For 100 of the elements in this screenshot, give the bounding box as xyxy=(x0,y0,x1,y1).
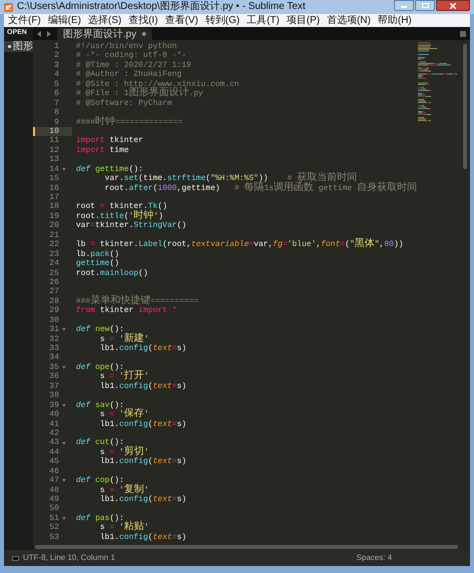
line-number: 37 xyxy=(48,382,59,392)
line-number: 19 xyxy=(48,212,59,222)
line-number: 3 xyxy=(53,60,59,70)
code-line: lb1.config(text=s) xyxy=(99,532,186,542)
line-number: 20 xyxy=(48,221,59,231)
menu-item[interactable]: 查看(V) xyxy=(164,16,198,26)
line-number: 53 xyxy=(48,532,59,542)
line-number: 12 xyxy=(48,146,59,156)
fold-arrow-icon[interactable] xyxy=(62,328,66,332)
line-number: 43 xyxy=(48,438,59,448)
fold-arrow-icon[interactable] xyxy=(62,442,66,445)
line-number: 41 xyxy=(48,420,59,429)
app-icon xyxy=(4,2,13,12)
menu-item[interactable]: 编辑(E) xyxy=(48,16,82,26)
line-number: 9 xyxy=(53,118,59,127)
code-line: # @Software: PyCharm xyxy=(76,98,172,108)
line-number: 28 xyxy=(48,296,59,306)
line-number: 29 xyxy=(48,306,59,316)
line-number: 21 xyxy=(48,230,59,240)
line-number: 44 xyxy=(48,448,59,458)
code-line: def pas(): xyxy=(76,514,124,523)
sidebar-file-item[interactable]: 图形 xyxy=(4,41,33,52)
menu-item[interactable]: 工具(T) xyxy=(246,16,280,26)
menu-item[interactable]: 查找(I) xyxy=(128,16,158,26)
code-line: ####时钟============== xyxy=(76,118,182,127)
vertical-scrollbar[interactable] xyxy=(463,44,467,169)
line-number: 10 xyxy=(48,126,59,136)
code-line: lb1.config(text=s) xyxy=(99,495,186,504)
code-line: ###菜单和快捷键========== xyxy=(76,296,198,306)
panel-toggle-icon[interactable] xyxy=(12,556,19,560)
line-number: 49 xyxy=(48,495,59,504)
indentation-setting[interactable]: Spaces: 4 xyxy=(356,552,392,564)
fold-arrow-icon[interactable] xyxy=(62,404,66,407)
line-number: 39 xyxy=(48,400,59,410)
line-number: 50 xyxy=(48,504,59,514)
line-number: 46 xyxy=(48,466,59,476)
menu-item[interactable]: 项目(P) xyxy=(286,16,320,26)
line-number: 33 xyxy=(48,344,59,354)
menu-item[interactable]: 转到(G) xyxy=(205,16,240,26)
status-text: UTF-8, Line 10, Column 1 xyxy=(23,552,116,564)
menu-item[interactable]: 选择(S) xyxy=(88,16,122,26)
close-icon xyxy=(450,2,456,8)
code-line: s = '新建' xyxy=(99,334,149,344)
fold-arrow-icon[interactable] xyxy=(62,366,66,370)
code-line: # @Site : http://www.xinxiu.com.cn xyxy=(76,80,240,89)
line-number: 27 xyxy=(48,287,59,297)
code-line: lb1.config(text=s) xyxy=(99,344,186,354)
maximize-button[interactable] xyxy=(415,0,435,11)
file-tab[interactable]: 图形界面设计.py xyxy=(57,28,152,40)
menu-item[interactable]: 文件(F) xyxy=(8,16,41,26)
code-line: def cop(): xyxy=(76,476,124,486)
line-number: 24 xyxy=(48,259,59,268)
code-line: s = '复制' xyxy=(100,486,149,495)
code-line: # @Time : 2020/2/27 1:19 xyxy=(76,60,192,70)
minimize-button[interactable] xyxy=(394,0,414,11)
fold-arrow-icon[interactable] xyxy=(62,168,66,171)
line-number: 45 xyxy=(48,457,59,467)
code-line: var=tkinter.StringVar() xyxy=(76,221,186,231)
line-number: 34 xyxy=(48,353,59,363)
line-number: 13 xyxy=(48,155,59,165)
menu-item[interactable]: 首选项(N) xyxy=(326,16,371,26)
code-line: s = '剪切' xyxy=(99,448,149,458)
line-number: 38 xyxy=(48,391,59,401)
line-number: 47 xyxy=(48,476,59,486)
unsaved-dot-icon[interactable] xyxy=(142,32,146,36)
line-number: 11 xyxy=(48,136,59,146)
tab-menu-button[interactable] xyxy=(460,30,466,36)
line-number: 40 xyxy=(48,410,59,420)
close-button[interactable] xyxy=(436,0,470,11)
line-number: 26 xyxy=(48,278,59,288)
menu-item[interactable]: 帮助(H) xyxy=(378,16,412,26)
code-line: import time xyxy=(76,146,129,156)
line-number: 31 xyxy=(48,325,59,335)
code-line: lb1.config(text=s) xyxy=(99,382,186,392)
unsaved-dot-icon[interactable] xyxy=(8,44,11,49)
line-number: 52 xyxy=(48,523,59,533)
code-line: gettime() xyxy=(76,259,120,268)
tab-scroll-arrows-icon[interactable] xyxy=(37,30,51,36)
line-number: 22 xyxy=(48,240,59,250)
fold-arrow-icon[interactable] xyxy=(62,479,66,482)
code-line: root.after(1000,gettime) # 每隔1s调用函数 gettime 自身获取时间 xyxy=(104,184,417,193)
code-line: def cut(): xyxy=(76,438,124,448)
code-line: s = '打开' xyxy=(100,372,149,382)
code-line: import tkinter xyxy=(76,136,144,146)
code-line: def sav(): xyxy=(76,400,124,410)
code-line: lb1.config(text=s) xyxy=(99,457,186,467)
line-number: 7 xyxy=(53,98,59,108)
line-number: 4 xyxy=(53,70,59,80)
horizontal-scrollbar[interactable] xyxy=(35,545,458,549)
code-line: lb.pack() xyxy=(76,250,120,259)
fold-arrow-icon[interactable] xyxy=(62,517,66,520)
line-number: 2 xyxy=(53,51,59,61)
line-number: 5 xyxy=(53,80,59,90)
line-number: 48 xyxy=(48,486,59,495)
line-number: 6 xyxy=(53,89,59,99)
code-line: def ope(): xyxy=(76,362,124,372)
code-line: root.title('时钟') xyxy=(76,212,164,222)
line-number: 23 xyxy=(48,250,59,260)
line-number: 30 xyxy=(48,316,59,326)
code-line: lb = tkinter.Label(root,textvariable=var,fg='blue',font=("黑体",80)) xyxy=(76,240,404,250)
